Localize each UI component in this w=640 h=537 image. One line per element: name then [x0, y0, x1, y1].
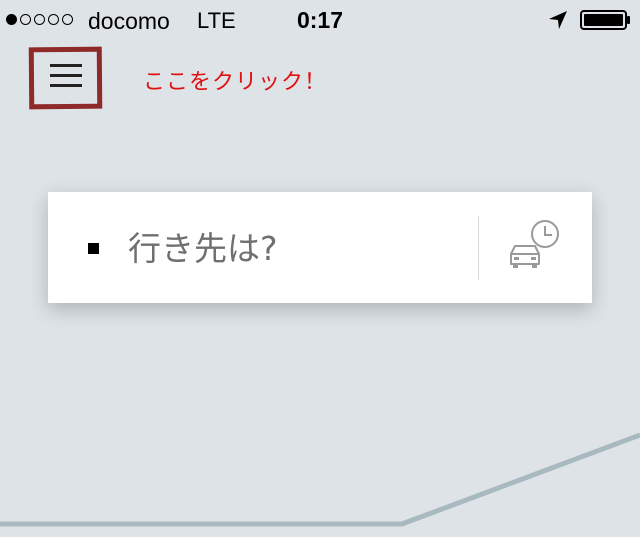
status-time: 0:17: [296, 7, 344, 33]
location-arrow-icon: [549, 11, 567, 29]
destination-input[interactable]: 行き先は?: [128, 222, 278, 270]
status-bar: docomo LTE 0:17: [0, 0, 640, 40]
destination-search-card[interactable]: 行き先は?: [48, 192, 592, 303]
divider: [478, 216, 479, 280]
menu-button[interactable]: [36, 52, 96, 102]
battery-icon: [580, 10, 630, 30]
car-clock-icon[interactable]: [503, 218, 563, 278]
app-screen: docomo LTE 0:17 ここをクリック！ 行き先は?: [0, 0, 640, 537]
click-here-annotation: ここをクリック！: [143, 70, 328, 95]
square-icon: [88, 243, 99, 254]
